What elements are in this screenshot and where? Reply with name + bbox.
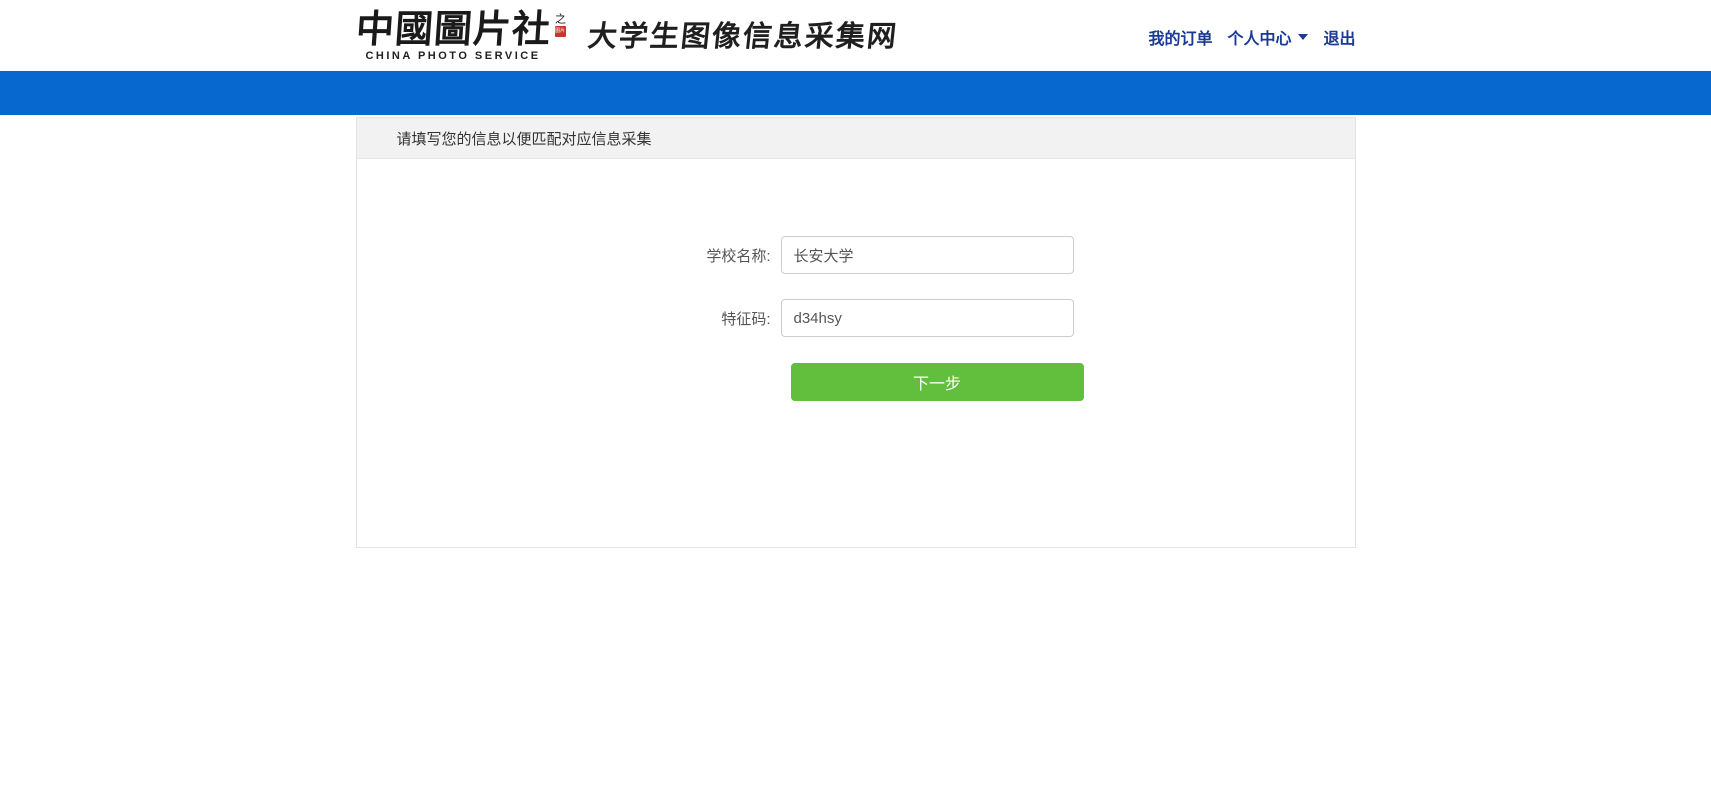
- chevron-down-icon: [1298, 34, 1308, 40]
- page-header: 中國圖片社 CHINA PHOTO SERVICE 之 图片 大学生图像信息采集…: [0, 0, 1711, 71]
- feature-code-row: 特征码:: [357, 299, 1355, 337]
- header-inner: 中國圖片社 CHINA PHOTO SERVICE 之 图片 大学生图像信息采集…: [356, 0, 1356, 71]
- panel-heading: 请填写您的信息以便匹配对应信息采集: [357, 118, 1355, 159]
- submit-row: 下一步: [357, 363, 1355, 401]
- brand-chinese-calligraphy: 中國圖片社: [354, 9, 552, 49]
- site-logo[interactable]: 中國圖片社 CHINA PHOTO SERVICE 之 图片 大学生图像信息采集…: [356, 9, 898, 62]
- panel-heading-text: 请填写您的信息以便匹配对应信息采集: [397, 128, 652, 149]
- brand-english-label: CHINA PHOTO SERVICE: [365, 50, 540, 62]
- nav-personal-center-link[interactable]: 个人中心: [1227, 25, 1291, 49]
- calligraphy-signature: 之: [555, 13, 566, 24]
- primary-navbar: [0, 71, 1711, 115]
- red-seal-stamp-icon: 图片: [555, 26, 566, 37]
- top-nav: 我的订单 个人中心 退出: [1148, 25, 1355, 49]
- feature-code-input[interactable]: [781, 299, 1074, 337]
- school-name-row: 学校名称:: [357, 159, 1355, 274]
- match-info-panel: 请填写您的信息以便匹配对应信息采集 学校名称: 特征码: 下一步: [356, 117, 1356, 548]
- panel-body: 学校名称: 特征码: 下一步: [357, 159, 1355, 547]
- nav-logout-link[interactable]: 退出: [1323, 25, 1355, 49]
- submit-row-spacer: [357, 363, 791, 401]
- feature-code-label: 特征码:: [357, 308, 781, 329]
- site-title-calligraphy: 大学生图像信息采集网: [586, 19, 900, 53]
- content-container: 请填写您的信息以便匹配对应信息采集 学校名称: 特征码: 下一步: [356, 117, 1356, 548]
- nav-my-orders-link[interactable]: 我的订单: [1148, 25, 1212, 49]
- school-name-input[interactable]: [781, 236, 1074, 274]
- brand-block: 中國圖片社 CHINA PHOTO SERVICE: [356, 9, 551, 62]
- school-name-label: 学校名称:: [357, 245, 781, 266]
- seal-block: 之 图片: [555, 13, 566, 37]
- nav-personal-center-dropdown[interactable]: 个人中心: [1227, 25, 1308, 49]
- next-step-button[interactable]: 下一步: [791, 363, 1084, 401]
